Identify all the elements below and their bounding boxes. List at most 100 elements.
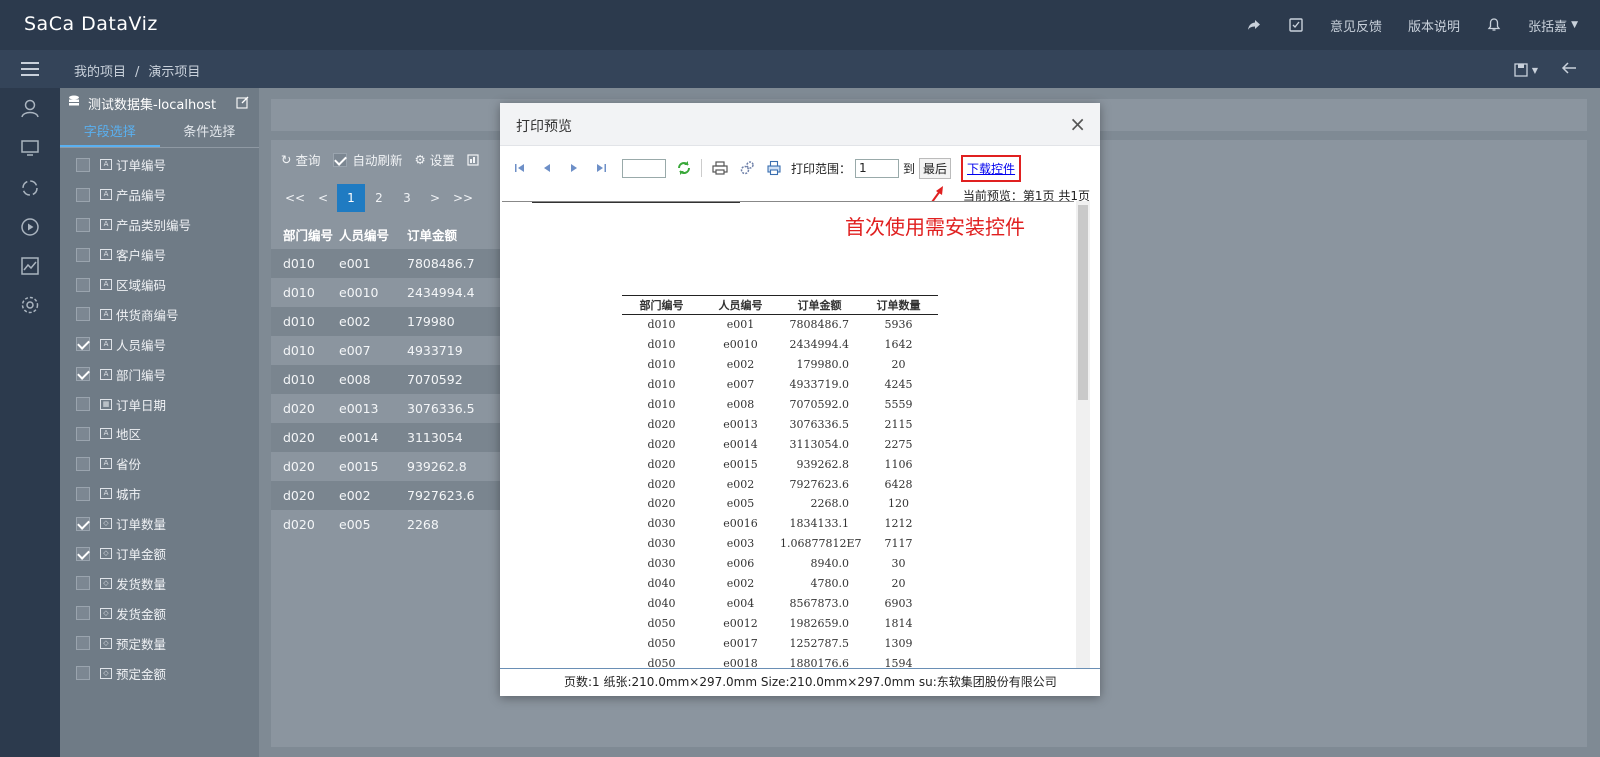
- field-item[interactable]: A 订单编号: [60, 150, 259, 180]
- feedback-link[interactable]: 意见反馈: [1330, 16, 1382, 35]
- field-item[interactable]: A 人员编号: [60, 329, 259, 359]
- table-row[interactable]: d010 e008 7070592: [271, 365, 501, 394]
- export-icon[interactable]: [467, 153, 479, 166]
- edit-icon[interactable]: [236, 96, 249, 113]
- field-checkbox[interactable]: [76, 456, 90, 471]
- pager-item[interactable]: 3: [393, 184, 421, 212]
- field-item[interactable]: A 部门编号: [60, 359, 259, 389]
- pager-item[interactable]: <: [309, 184, 337, 212]
- app-logo[interactable]: SaCa DataViz: [24, 13, 158, 35]
- version-notes-link[interactable]: 版本说明: [1408, 16, 1460, 35]
- field-item[interactable]: ◇ 发货数量: [60, 568, 259, 598]
- table-row[interactable]: d020 e002 7927623.6: [271, 481, 501, 510]
- last-page-range-button[interactable]: 最后: [919, 157, 952, 179]
- print-range-from-input[interactable]: 1: [855, 158, 900, 178]
- field-checkbox[interactable]: [76, 187, 90, 202]
- field-checkbox[interactable]: [76, 307, 90, 322]
- field-item[interactable]: A 区域编码: [60, 270, 259, 300]
- chart-line-icon[interactable]: [20, 256, 40, 276]
- pager-item[interactable]: 2: [365, 184, 393, 212]
- pager-item[interactable]: >: [421, 184, 449, 212]
- report-toolbar: ↻ 查询 自动刷新 ⚙ 设置: [281, 150, 479, 169]
- field-item[interactable]: A 供货商编号: [60, 299, 259, 329]
- field-checkbox[interactable]: [76, 367, 90, 382]
- user-icon[interactable]: [20, 98, 40, 118]
- field-item[interactable]: A 产品类别编号: [60, 210, 259, 240]
- breadcrumb-root[interactable]: 我的项目: [74, 65, 126, 80]
- table-row[interactable]: d020 e0015 939262.8: [271, 452, 501, 481]
- tab-field-select[interactable]: 字段选择: [60, 118, 160, 147]
- user-menu[interactable]: 张括嘉 ▼: [1528, 16, 1578, 35]
- play-icon[interactable]: [20, 217, 40, 237]
- table-row[interactable]: d010 e0010 2434994.4: [271, 278, 501, 307]
- table-row[interactable]: d020 e0014 3113054: [271, 423, 501, 452]
- field-checkbox[interactable]: [76, 426, 90, 441]
- auto-refresh-toggle[interactable]: 自动刷新: [332, 150, 403, 169]
- edit-square-icon[interactable]: [1288, 17, 1304, 33]
- monitor-icon[interactable]: [20, 138, 40, 158]
- field-checkbox[interactable]: [76, 486, 90, 501]
- field-item[interactable]: ◇ 订单数量: [60, 509, 259, 539]
- field-item[interactable]: A 地区: [60, 419, 259, 449]
- auto-refresh-checkbox[interactable]: [332, 152, 347, 167]
- table-row[interactable]: d010 e002 179980: [271, 307, 501, 336]
- scrollbar-thumb[interactable]: [1078, 205, 1088, 400]
- page-number-input[interactable]: [622, 158, 666, 178]
- pager-item[interactable]: >>: [449, 184, 477, 212]
- field-checkbox[interactable]: [76, 516, 90, 531]
- download-plugin-link[interactable]: 下载控件: [961, 154, 1022, 182]
- hamburger-menu-icon[interactable]: [20, 59, 40, 79]
- last-page-icon[interactable]: [591, 159, 611, 177]
- field-checkbox[interactable]: [76, 397, 90, 412]
- query-button[interactable]: ↻ 查询: [281, 150, 321, 169]
- field-item[interactable]: ◇ 预定数量: [60, 628, 259, 658]
- refresh-green-icon[interactable]: [674, 159, 694, 177]
- print-direct-icon[interactable]: [764, 159, 784, 177]
- preview-table-cell: e0018: [723, 656, 758, 668]
- field-checkbox[interactable]: [76, 157, 90, 172]
- field-item[interactable]: ▦ 订单日期: [60, 389, 259, 419]
- bell-icon[interactable]: [1486, 17, 1502, 33]
- table-row[interactable]: d020 e005 2268: [271, 510, 501, 539]
- settings-button[interactable]: ⚙ 设置: [415, 150, 455, 169]
- pager-item[interactable]: 1: [337, 184, 365, 212]
- close-icon[interactable]: ×: [1069, 114, 1086, 134]
- print-toolbar: 打印范围： 1 到 最后 下载控件: [510, 153, 1090, 183]
- field-checkbox[interactable]: [76, 636, 90, 651]
- back-arrow-icon[interactable]: [1560, 60, 1578, 80]
- refresh-cycle-icon[interactable]: [20, 178, 40, 198]
- field-checkbox[interactable]: [76, 247, 90, 262]
- field-checkbox[interactable]: [76, 546, 90, 561]
- field-item[interactable]: A 省份: [60, 449, 259, 479]
- field-item[interactable]: A 客户编号: [60, 240, 259, 270]
- field-item[interactable]: ◇ 预定金额: [60, 658, 259, 688]
- field-checkbox[interactable]: [76, 337, 90, 352]
- tab-condition-select[interactable]: 条件选择: [160, 118, 260, 147]
- column-header[interactable]: 订单金额: [407, 225, 501, 244]
- field-item[interactable]: ◇ 订单金额: [60, 539, 259, 569]
- preview-table-cell: 1212: [884, 517, 913, 531]
- column-header[interactable]: 部门编号: [271, 225, 339, 244]
- field-item[interactable]: A 城市: [60, 479, 259, 509]
- field-item[interactable]: A 产品编号: [60, 180, 259, 210]
- printer-icon[interactable]: [710, 159, 730, 177]
- table-row[interactable]: d020 e0013 3076336.5: [271, 394, 501, 423]
- pager-item[interactable]: <<: [281, 184, 309, 212]
- table-row[interactable]: d010 e007 4933719: [271, 336, 501, 365]
- column-header[interactable]: 人员编号: [339, 225, 407, 244]
- field-checkbox[interactable]: [76, 666, 90, 681]
- preview-scrollbar[interactable]: [1076, 201, 1090, 668]
- next-page-icon[interactable]: [564, 159, 584, 177]
- save-dropdown-icon[interactable]: ▼: [1513, 62, 1538, 78]
- prev-page-icon[interactable]: [537, 159, 557, 177]
- first-page-icon[interactable]: [510, 159, 530, 177]
- print-settings-icon[interactable]: [737, 159, 757, 177]
- table-row[interactable]: d010 e001 7808486.7: [271, 249, 501, 278]
- field-checkbox[interactable]: [76, 217, 90, 232]
- field-checkbox[interactable]: [76, 576, 90, 591]
- gear-icon[interactable]: [20, 295, 40, 315]
- field-checkbox[interactable]: [76, 277, 90, 292]
- share-icon[interactable]: [1246, 17, 1262, 33]
- field-checkbox[interactable]: [76, 606, 90, 621]
- field-item[interactable]: ◇ 发货金额: [60, 598, 259, 628]
